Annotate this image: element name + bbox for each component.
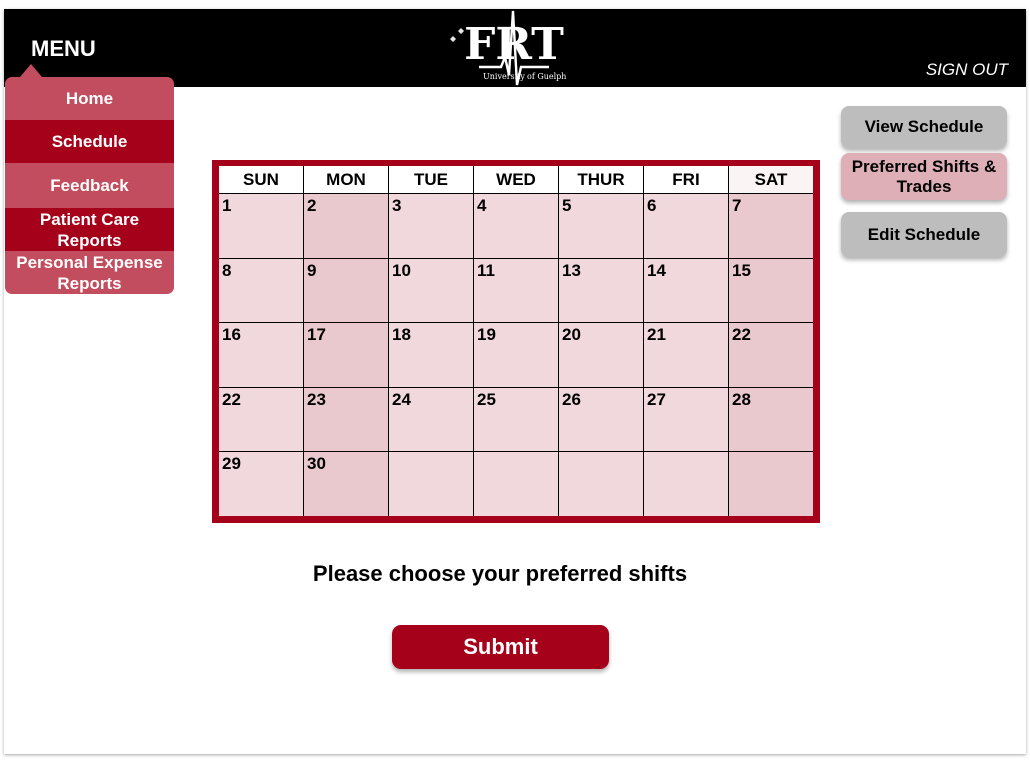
calendar-day-cell[interactable]: 13 <box>559 258 643 323</box>
calendar-day-cell[interactable]: 20 <box>559 323 643 387</box>
day-header-mon: MON <box>304 166 388 193</box>
day-header-wed: WED <box>474 166 558 193</box>
submit-button[interactable]: Submit <box>392 625 609 669</box>
sign-out-link[interactable]: SIGN OUT <box>926 60 1008 80</box>
day-header-fri: FRI <box>644 166 728 193</box>
calendar-day-cell[interactable]: 5 <box>559 194 643 258</box>
calendar-day-cell[interactable]: 3 <box>389 194 473 258</box>
menu-caret <box>20 64 42 77</box>
calendar-day-cell[interactable]: 4 <box>474 194 558 258</box>
calendar: SUN MON TUE WED THUR FRI SAT 1 2 3 4 5 6… <box>212 160 820 523</box>
side-menu: Home Schedule Feedback Patient Care Repo… <box>5 77 174 294</box>
calendar-day-cell[interactable]: 21 <box>644 323 728 387</box>
edit-schedule-button[interactable]: Edit Schedule <box>841 212 1007 257</box>
calendar-day-cell[interactable]: 11 <box>474 258 558 323</box>
calendar-day-cell[interactable] <box>559 452 643 516</box>
calendar-day-cell[interactable]: 26 <box>559 387 643 452</box>
calendar-day-cell[interactable]: 27 <box>644 387 728 452</box>
logo-sub-right: of Guelph <box>527 72 566 81</box>
calendar-day-cell[interactable]: 14 <box>644 258 728 323</box>
calendar-day-cell[interactable]: 15 <box>729 258 813 323</box>
menu-item-personal-expense-reports[interactable]: Personal Expense Reports <box>5 251 174 294</box>
menu-item-feedback[interactable]: Feedback <box>5 163 174 208</box>
calendar-grid: SUN MON TUE WED THUR FRI SAT 1 2 3 4 5 6… <box>219 166 813 516</box>
calendar-day-cell[interactable]: 6 <box>644 194 728 258</box>
calendar-day-cell[interactable]: 25 <box>474 387 558 452</box>
calendar-day-cell[interactable]: 22 <box>219 387 303 452</box>
calendar-day-cell[interactable]: 1 <box>219 194 303 258</box>
calendar-day-cell[interactable]: 23 <box>304 387 388 452</box>
view-schedule-button[interactable]: View Schedule <box>841 106 1007 148</box>
day-header-tue: TUE <box>389 166 473 193</box>
calendar-day-cell[interactable]: 17 <box>304 323 388 387</box>
calendar-day-cell[interactable] <box>729 452 813 516</box>
calendar-day-cell[interactable] <box>389 452 473 516</box>
menu-item-patient-care-reports[interactable]: Patient Care Reports <box>5 208 174 251</box>
menu-item-schedule[interactable]: Schedule <box>5 120 174 163</box>
menu-item-home[interactable]: Home <box>5 77 174 120</box>
calendar-day-cell[interactable]: 28 <box>729 387 813 452</box>
day-header-sat: SAT <box>729 166 813 193</box>
menu-title: MENU <box>31 36 96 61</box>
preferred-shifts-trades-button[interactable]: Preferred Shifts & Trades <box>841 153 1007 200</box>
calendar-day-cell[interactable]: 16 <box>219 323 303 387</box>
calendar-day-cell[interactable]: 8 <box>219 258 303 323</box>
calendar-day-cell[interactable] <box>644 452 728 516</box>
calendar-day-cell[interactable]: 18 <box>389 323 473 387</box>
calendar-day-cell[interactable]: 7 <box>729 194 813 258</box>
frt-logo: FRT University of Guelph <box>450 10 566 86</box>
calendar-day-cell[interactable]: 10 <box>389 258 473 323</box>
calendar-day-cell[interactable]: 2 <box>304 194 388 258</box>
preferred-shifts-prompt: Please choose your preferred shifts <box>312 561 688 586</box>
logo-sub-left: University <box>483 72 525 81</box>
calendar-day-cell[interactable]: 9 <box>304 258 388 323</box>
calendar-day-cell[interactable] <box>474 452 558 516</box>
calendar-day-cell[interactable]: 24 <box>389 387 473 452</box>
day-header-thur: THUR <box>559 166 643 193</box>
day-header-sun: SUN <box>219 166 303 193</box>
calendar-day-cell[interactable]: 19 <box>474 323 558 387</box>
calendar-day-cell[interactable]: 29 <box>219 452 303 516</box>
calendar-day-cell[interactable]: 22 <box>729 323 813 387</box>
calendar-day-cell[interactable]: 30 <box>304 452 388 516</box>
